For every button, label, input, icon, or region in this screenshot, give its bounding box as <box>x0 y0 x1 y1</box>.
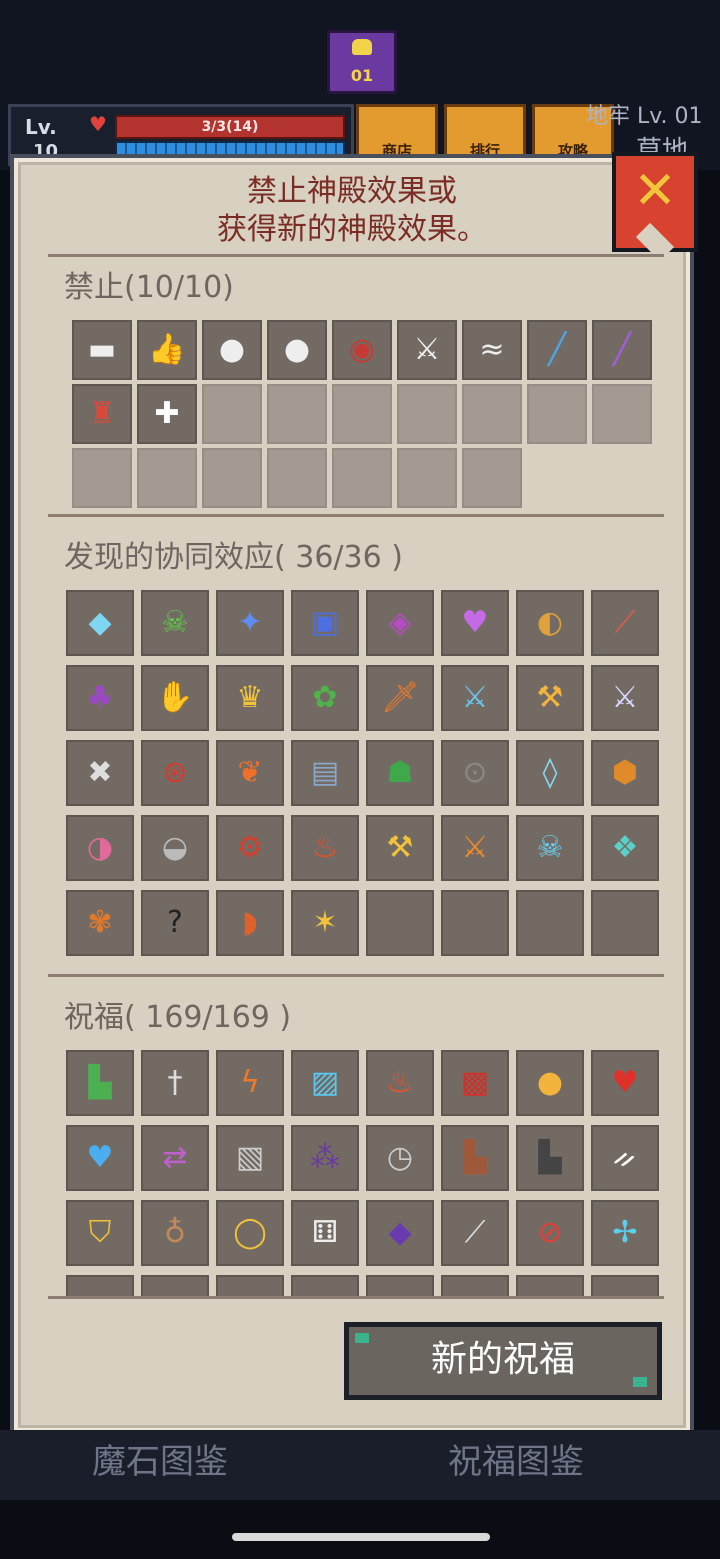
blessing-slot[interactable]: ♨ <box>366 1050 434 1116</box>
blessing-slot[interactable] <box>66 1275 134 1298</box>
blessing-slot[interactable]: ⁂ <box>291 1125 359 1191</box>
blessing-slot[interactable]: ⊘ <box>516 1200 584 1266</box>
dagger-icon: † <box>167 1065 183 1100</box>
red-heart-icon: ♥ <box>611 1065 639 1100</box>
blessing-slot[interactable]: ⟋ <box>441 1200 509 1266</box>
heraldry-icon: ⛉ <box>88 1215 112 1250</box>
blessing-slot[interactable] <box>291 1275 359 1298</box>
ice-cube-icon: ▨ <box>310 1065 340 1100</box>
clock-icon: ◷ <box>386 1140 414 1175</box>
hp-bar: 3/3(14) <box>115 115 345 139</box>
blessing-slot[interactable] <box>441 1275 509 1298</box>
monster-mouth-icon: ▩ <box>460 1065 490 1100</box>
slash-card-icon: ▧ <box>235 1140 265 1175</box>
blessing-slot[interactable] <box>366 1275 434 1298</box>
blessing-codex-tab[interactable]: 祝福图鉴 <box>448 1434 584 1483</box>
coin-icon: ● <box>536 1065 564 1100</box>
bird-icon: ᨀ <box>612 1140 638 1175</box>
blessing-slot[interactable] <box>141 1275 209 1298</box>
player-stats: Lv. 10 ♥ 3/3(14) <box>8 104 354 166</box>
shop-button[interactable]: 商店 <box>356 104 438 166</box>
blessing-slot[interactable] <box>516 1275 584 1298</box>
blessing-slot[interactable]: † <box>141 1050 209 1116</box>
blessing-slot[interactable]: ϟ <box>216 1050 284 1116</box>
swap-icon: ⇄ <box>162 1140 188 1175</box>
feather-icon: ⟋ <box>464 1215 486 1250</box>
magic-stone-codex-tab[interactable]: 魔石图鉴 <box>92 1434 228 1483</box>
blessing-slot[interactable]: ◆ <box>366 1200 434 1266</box>
blessing-slot[interactable]: ᨀ <box>591 1125 659 1191</box>
blessing-slot[interactable]: ▙ <box>441 1125 509 1191</box>
blessing-slot[interactable] <box>216 1275 284 1298</box>
gold-ring-icon: ◯ <box>233 1215 267 1250</box>
blessing-slot[interactable]: ▙ <box>66 1050 134 1116</box>
heart-icon: ♥ <box>89 112 107 136</box>
shrine-dialog: 禁止神殿效果或 获得新的神殿效果。 ✕ 禁止(10/10) ▬ 👍 ● ● ◉ ⚔ ≈ ╱ ╱ ♜… <box>14 152 698 1432</box>
blessing-grid: ▙ † ϟ ▨ ♨ ▩ ● ♥ ♥ ⇄ ▧ ⁂ ◷ ▙ ▙ ᨀ ⛉ ♁ ◯ ⚅ ◆ ⟋ ⊘ ✢ <box>18 162 686 1298</box>
blue-heart-icon: ♥ <box>86 1140 114 1175</box>
bottom-bar: 魔石图鉴 祝福图鉴 <box>0 1430 720 1500</box>
blessing-slot[interactable]: ◷ <box>366 1125 434 1191</box>
blessing-slot[interactable]: ● <box>516 1050 584 1116</box>
blessing-slot[interactable]: ⇄ <box>141 1125 209 1191</box>
mana-bar <box>115 141 345 159</box>
blessing-slot[interactable] <box>591 1275 659 1298</box>
iron-boot-icon: ▙ <box>538 1140 562 1175</box>
potion-bag-icon: ♁ <box>164 1215 186 1250</box>
blessing-slot[interactable]: ✢ <box>591 1200 659 1266</box>
lightning-icon: ϟ <box>240 1065 260 1100</box>
blessing-slot[interactable]: ▧ <box>216 1125 284 1191</box>
floor-banner: 01 <box>327 30 397 94</box>
blessing-slot[interactable]: ◯ <box>216 1200 284 1266</box>
blessing-slot[interactable]: ▙ <box>516 1125 584 1191</box>
blessing-slot[interactable]: ▩ <box>441 1050 509 1116</box>
skull-icon <box>352 39 372 55</box>
dice-icon: ⚅ <box>311 1215 339 1250</box>
blessing-slot[interactable]: ♥ <box>591 1050 659 1116</box>
blessing-slot[interactable]: ⛉ <box>66 1200 134 1266</box>
no-sign-icon: ⊘ <box>537 1215 563 1250</box>
blessing-slot[interactable]: ▨ <box>291 1050 359 1116</box>
ice-orb-icon: ✢ <box>612 1215 638 1250</box>
divider <box>48 1296 664 1299</box>
gem-icon <box>355 1333 369 1343</box>
blessing-slot[interactable]: ♁ <box>141 1200 209 1266</box>
berries-icon: ⁂ <box>310 1140 340 1175</box>
boot-icon: ▙ <box>88 1065 112 1100</box>
level-label: Lv. <box>25 115 57 139</box>
floor-number: 01 <box>350 66 374 85</box>
home-indicator[interactable] <box>232 1533 490 1541</box>
fire-icon: ♨ <box>386 1065 414 1100</box>
blessing-slot[interactable]: ♥ <box>66 1125 134 1191</box>
brown-boot-icon: ▙ <box>463 1140 487 1175</box>
hp-text: 3/3(14) <box>201 119 259 135</box>
new-blessing-label: 新的祝福 <box>430 1339 575 1380</box>
blessing-slot[interactable]: ⚅ <box>291 1200 359 1266</box>
game-hud: 01 Lv. 10 ♥ 3/3(14) 商店 排行 攻略 地牢 Lv. 01 草… <box>0 0 720 170</box>
purple-crystal-icon: ◆ <box>388 1215 412 1250</box>
ranking-button[interactable]: 排行 <box>444 104 526 166</box>
new-blessing-button[interactable]: 新的祝福 <box>344 1322 662 1400</box>
dungeon-level: 地牢 Lv. 01 <box>586 104 703 129</box>
gem-icon <box>633 1377 647 1387</box>
